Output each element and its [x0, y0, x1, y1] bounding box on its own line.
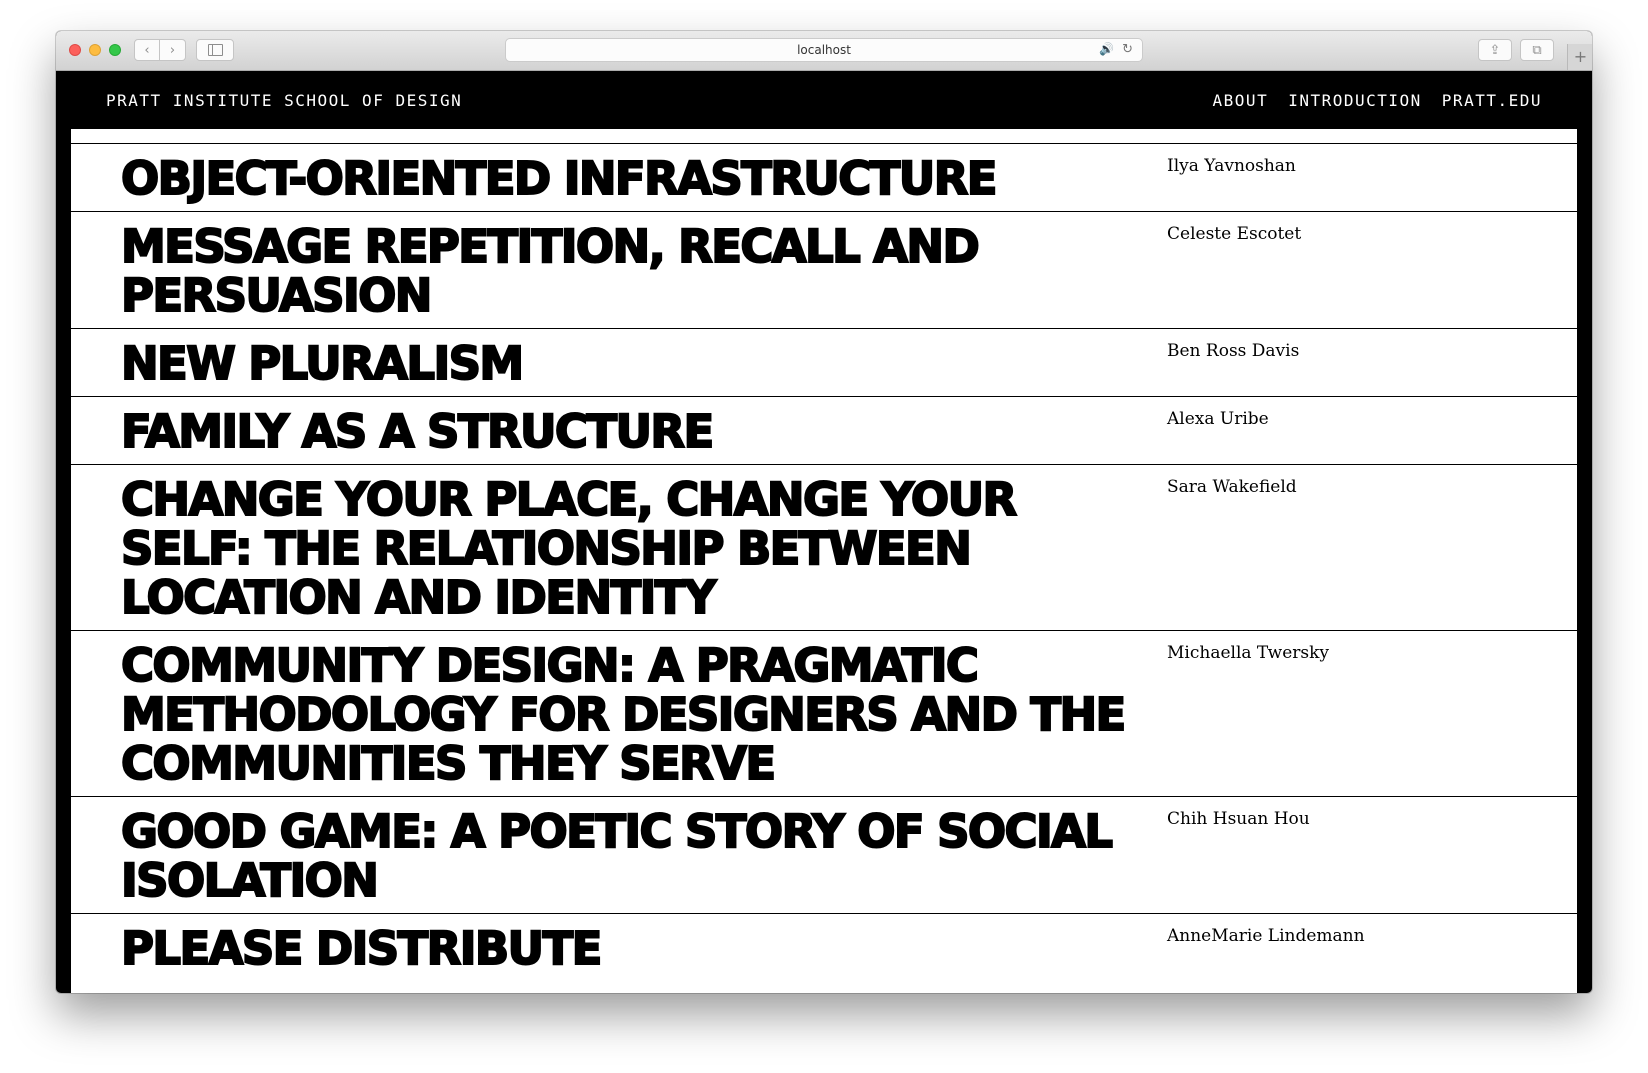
thesis-author: Celeste Escotet	[1167, 224, 1302, 244]
chevron-left-icon: ‹	[144, 42, 150, 58]
minimize-window-button[interactable]	[89, 44, 101, 56]
tabs-icon: ⧉	[1532, 42, 1542, 58]
site-brand[interactable]: PRATT INSTITUTE SCHOOL OF DESIGN	[106, 91, 462, 110]
thesis-author: Sara Wakefield	[1167, 477, 1297, 497]
reload-icon[interactable]: ↻	[1122, 42, 1133, 57]
thesis-author: Chih Hsuan Hou	[1167, 809, 1310, 829]
thesis-author: AnneMarie Lindemann	[1167, 926, 1365, 946]
thesis-author: Alexa Uribe	[1167, 409, 1269, 429]
sidebar-toggle-button[interactable]	[196, 39, 234, 61]
speaker-icon[interactable]: 🔊	[1099, 42, 1114, 56]
nav-introduction-link[interactable]: INTRODUCTION	[1288, 91, 1422, 110]
thesis-author: Michaella Twersky	[1167, 643, 1330, 663]
chevron-right-icon: ›	[169, 42, 176, 58]
thesis-title[interactable]: FAMILY AS A STRUCTURE	[71, 397, 1145, 464]
show-tabs-button[interactable]: ⧉	[1520, 39, 1554, 61]
top-nav: ABOUT INTRODUCTION PRATT.EDU	[1213, 91, 1542, 110]
back-button[interactable]: ‹	[134, 39, 160, 61]
thesis-title[interactable]: OBJECT-ORIENTED INFRASTRUCTURE	[71, 144, 1145, 211]
close-window-button[interactable]	[69, 44, 81, 56]
forward-button[interactable]: ›	[160, 39, 186, 61]
browser-toolbar: ‹ › localhost 🔊 ↻ ⇪ ⧉ +	[56, 31, 1592, 71]
nav-about-link[interactable]: ABOUT	[1213, 91, 1269, 110]
thesis-row[interactable]: OBJECT-ORIENTED INFRASTRUCTURE Ilya Yavn…	[71, 143, 1577, 211]
thesis-row[interactable]: FAMILY AS A STRUCTURE Alexa Uribe	[71, 396, 1577, 464]
share-button[interactable]: ⇪	[1478, 39, 1512, 61]
url-text: localhost	[797, 43, 851, 57]
thesis-title[interactable]: CHANGE YOUR PLACE, CHANGE YOUR SELF: THE…	[71, 465, 1145, 630]
thesis-title[interactable]: GOOD GAME: A POETIC STORY OF SOCIAL ISOL…	[71, 797, 1145, 913]
thesis-row[interactable]: COMMUNITY DESIGN: A PRAGMATIC METHODOLOG…	[71, 630, 1577, 796]
new-tab-button[interactable]: +	[1567, 44, 1592, 70]
thesis-title[interactable]: MESSAGE REPETITION, RECALL AND PERSUASIO…	[71, 212, 1145, 328]
share-icon: ⇪	[1489, 42, 1501, 58]
site-header: PRATT INSTITUTE SCHOOL OF DESIGN ABOUT I…	[56, 71, 1592, 129]
thesis-list: OBJECT-ORIENTED INFRASTRUCTURE Ilya Yavn…	[71, 129, 1577, 993]
thesis-row[interactable]: MESSAGE REPETITION, RECALL AND PERSUASIO…	[71, 211, 1577, 328]
thesis-row[interactable]: GOOD GAME: A POETIC STORY OF SOCIAL ISOL…	[71, 796, 1577, 913]
nav-pratt-edu-link[interactable]: PRATT.EDU	[1442, 91, 1542, 110]
thesis-row[interactable]: CHANGE YOUR PLACE, CHANGE YOUR SELF: THE…	[71, 464, 1577, 630]
zoom-window-button[interactable]	[109, 44, 121, 56]
history-nav: ‹ ›	[134, 39, 186, 61]
thesis-row[interactable]: PLEASE DISTRIBUTE AnneMarie Lindemann	[71, 913, 1577, 981]
thesis-title[interactable]: PLEASE DISTRIBUTE	[71, 914, 1145, 981]
thesis-author: Ben Ross Davis	[1167, 341, 1300, 361]
address-bar[interactable]: localhost 🔊 ↻	[505, 38, 1143, 62]
thesis-title[interactable]: COMMUNITY DESIGN: A PRAGMATIC METHODOLOG…	[71, 631, 1145, 796]
sidebar-icon	[207, 44, 223, 56]
thesis-author: Ilya Yavnoshan	[1167, 156, 1296, 176]
thesis-title[interactable]: NEW PLURALISM	[71, 329, 1145, 396]
browser-window: ‹ › localhost 🔊 ↻ ⇪ ⧉ + PRATT INSTITUTE …	[56, 31, 1592, 993]
thesis-row[interactable]: NEW PLURALISM Ben Ross Davis	[71, 328, 1577, 396]
